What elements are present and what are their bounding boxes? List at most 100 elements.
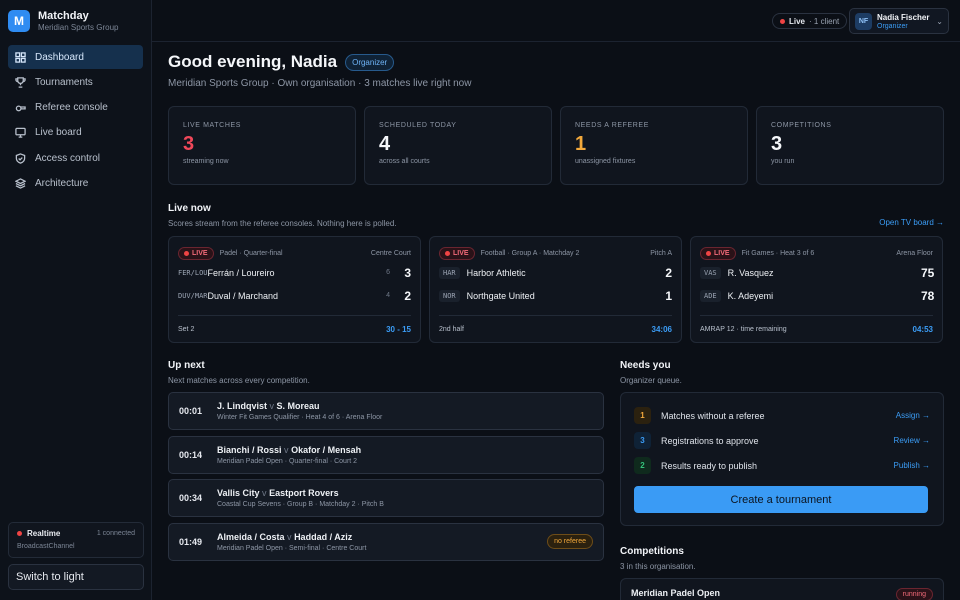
assign-link[interactable]: Assign → xyxy=(896,411,930,420)
realtime-status: Realtime 1 connected BroadcastChannel xyxy=(8,522,144,558)
chevron-down-icon: ⌄ xyxy=(936,16,943,26)
sidebar-item-access-control[interactable]: Access control xyxy=(8,146,143,170)
queue-label: Registrations to approve xyxy=(661,435,759,446)
sidebar-item-live-board[interactable]: Live board xyxy=(8,121,143,145)
team-row: HAR Harbor Athletic 2 xyxy=(439,262,672,283)
queue-item: 1 Matches without a referee Assign → xyxy=(634,403,930,428)
organizer-queue: 1 Matches without a referee Assign → 3 R… xyxy=(620,392,944,526)
live-tag-label: LIVE xyxy=(192,250,208,257)
stat-value: 1 xyxy=(575,133,587,155)
stat-label: COMPETITIONS xyxy=(771,122,832,129)
queue-count: 1 xyxy=(634,407,651,424)
user-role: Organizer xyxy=(877,22,908,30)
user-menu[interactable]: NF Nadia Fischer Organizer ⌄ xyxy=(849,8,949,34)
create-tournament-button[interactable]: Create a tournament xyxy=(634,486,928,513)
section-title: Competitions xyxy=(620,546,684,557)
list-item[interactable]: 00:34 Vallis City v Eastport Rovers Coas… xyxy=(168,479,604,517)
match-meta: Coastal Cup Sevens · Group B · Matchday … xyxy=(217,501,384,508)
review-link[interactable]: Review → xyxy=(894,436,930,445)
up-next-list: 00:01 J. Lindqvist v S. Moreau Winter Fi… xyxy=(168,392,604,561)
live-now-header: Live now Scores stream from the referee … xyxy=(168,203,944,228)
match-clock: 04:53 xyxy=(912,324,933,334)
sidebar-item-architecture[interactable]: Architecture xyxy=(8,171,143,195)
team-score: 78 xyxy=(921,288,935,303)
live-tag: LIVE xyxy=(178,247,214,260)
team-code: HAR xyxy=(439,266,460,279)
match-footer: AMRAP 12 · time remaining 04:53 xyxy=(700,315,933,342)
status-badge: running xyxy=(895,588,933,600)
list-item[interactable]: 00:14 Bianchi / Rossi v Okafor / Mensah … xyxy=(168,435,604,474)
match-clock: 34:06 xyxy=(651,324,672,334)
team-code: ADE xyxy=(700,289,721,302)
queue-label: Matches without a referee xyxy=(661,410,765,421)
layers-icon xyxy=(15,178,26,189)
away-team: Eastport Rovers xyxy=(269,488,339,498)
team-name: K. Adeyemi xyxy=(727,290,774,301)
queue-count: 3 xyxy=(634,432,651,449)
live-match-card[interactable]: LIVE Padel · Quarter-final Centre Court … xyxy=(168,236,421,343)
match-title: Bianchi / Rossi v Okafor / Mensah xyxy=(217,445,361,455)
brand[interactable]: M Matchday Meridian Sports Group xyxy=(8,10,118,32)
home-team: J. Lindqvist xyxy=(217,401,268,411)
theme-toggle-button[interactable]: Switch to light xyxy=(8,564,144,590)
section-title: Needs you xyxy=(620,360,671,371)
vs-label: v xyxy=(284,444,289,455)
publish-link[interactable]: Publish → xyxy=(894,461,930,470)
section-title: Live now xyxy=(168,203,211,214)
vs-label: v xyxy=(262,488,267,498)
list-item[interactable]: 00:01 J. Lindqvist v S. Moreau Winter Fi… xyxy=(168,392,604,430)
stat-label: LIVE MATCHES xyxy=(183,122,242,129)
match-title: Almeida / Costa v Haddad / Aziz xyxy=(217,532,366,542)
team-row: NOR Northgate United 1 xyxy=(439,285,672,306)
live-dot-icon xyxy=(706,251,711,256)
live-dot-icon xyxy=(445,251,450,256)
match-court: Centre Court xyxy=(370,250,411,257)
sidebar-item-dashboard[interactable]: Dashboard xyxy=(8,45,143,69)
list-item[interactable]: 01:49 Almeida / Costa v Haddad / Aziz Me… xyxy=(168,522,604,561)
team-code: VAS xyxy=(700,266,721,279)
match-phase: AMRAP 12 · time remaining xyxy=(700,325,787,333)
match-time: 00:34 xyxy=(179,493,203,503)
live-match-card[interactable]: LIVE Football · Group A · Matchday 2 Pit… xyxy=(429,236,682,343)
stat-sub: streaming now xyxy=(183,158,229,165)
stat-value: 3 xyxy=(771,133,783,155)
stat-sub: across all courts xyxy=(379,158,430,165)
live-tag: LIVE xyxy=(700,247,736,260)
realtime-title-wrap: Realtime xyxy=(17,529,60,538)
competition-card[interactable]: Meridian Padel Open running xyxy=(620,578,944,600)
match-court: Arena Floor xyxy=(896,250,933,257)
team-row: FER/LOU Ferrán / Loureiro 6 3 xyxy=(178,262,411,283)
live-clients: · 1 client xyxy=(809,16,840,26)
live-matches: LIVE Padel · Quarter-final Centre Court … xyxy=(168,236,944,343)
away-team: S. Moreau xyxy=(276,401,320,411)
brand-logo: M xyxy=(8,10,30,32)
team-name: Harbor Athletic xyxy=(466,267,526,278)
open-tv-board-link[interactable]: Open TV board → xyxy=(879,218,944,227)
stat-card-scheduled-today: SCHEDULED TODAY 4 across all courts xyxy=(364,106,552,185)
live-tag-label: LIVE xyxy=(714,250,730,257)
team-score: 3 xyxy=(404,265,411,280)
shield-icon xyxy=(15,152,26,164)
sidebar-item-label: Dashboard xyxy=(35,51,84,63)
whistle-icon xyxy=(15,105,26,112)
team-score: 2 xyxy=(665,265,672,280)
stat-card-competitions: COMPETITIONS 3 you run xyxy=(756,106,944,185)
match-court: Pitch A xyxy=(650,250,672,257)
away-team: Okafor / Mensah xyxy=(291,444,362,455)
stat-value: 4 xyxy=(379,133,391,155)
section-title: Up next xyxy=(168,360,205,371)
match-meta: Winter Fit Games Qualifier · Heat 4 of 6… xyxy=(217,414,383,421)
match-footer: 2nd half 34:06 xyxy=(439,315,672,342)
realtime-title: Realtime xyxy=(27,529,61,538)
queue-label: Results ready to publish xyxy=(661,460,758,471)
match-footer: Set 2 30 - 15 xyxy=(178,315,411,342)
match-time: 00:01 xyxy=(179,406,203,416)
team-row: DUV/MAR Duval / Marchand 4 2 xyxy=(178,285,411,306)
sidebar-item-tournaments[interactable]: Tournaments xyxy=(8,70,143,94)
section-subtitle: 3 in this organisation. xyxy=(620,562,696,571)
sidebar-item-referee-console[interactable]: Referee console xyxy=(8,96,143,120)
queue-item: 2 Results ready to publish Publish → xyxy=(634,453,930,478)
live-match-card[interactable]: LIVE Fit Games · Heat 3 of 6 Arena Floor… xyxy=(690,236,943,343)
match-meta: Meridian Padel Open · Semi-final · Centr… xyxy=(217,544,367,552)
match-meta: Football · Group A · Matchday 2 xyxy=(480,250,580,257)
